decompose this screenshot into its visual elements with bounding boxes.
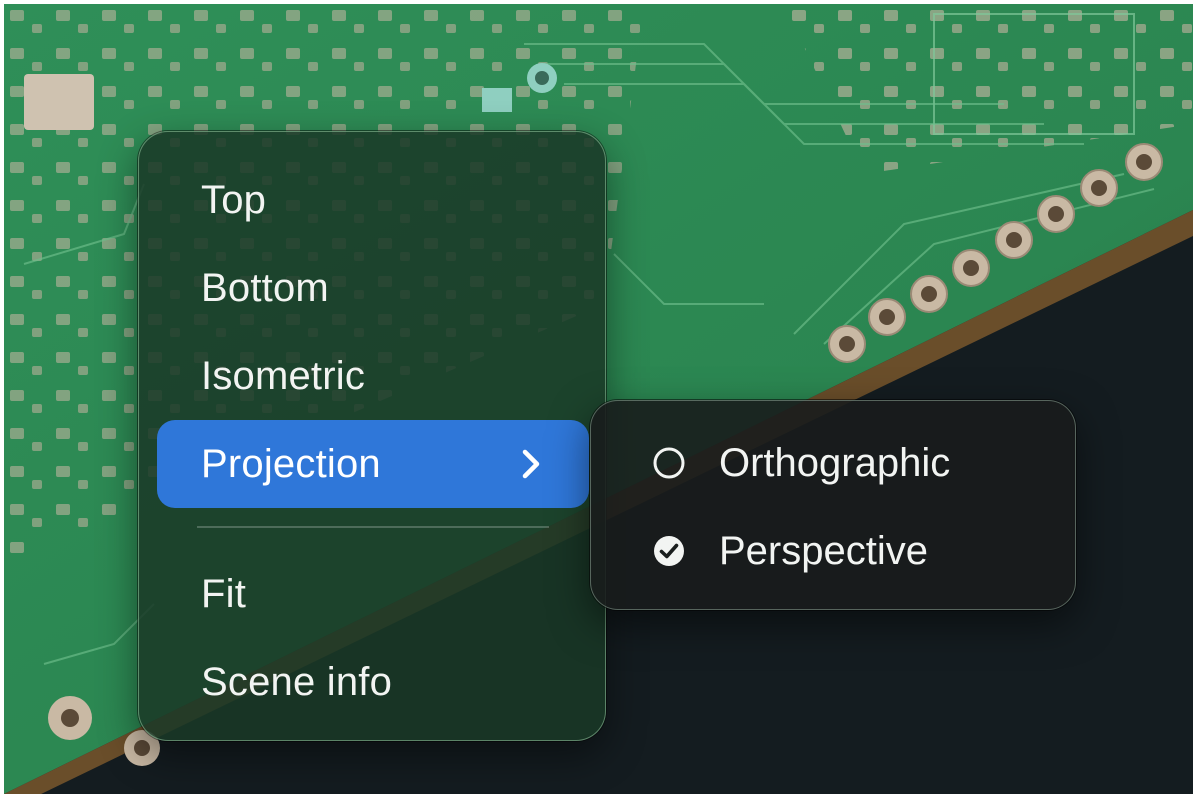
menu-item-label: Isometric [201,353,366,398]
radio-checked-icon [654,536,684,566]
menu-item-projection[interactable]: Projection [157,420,589,508]
pcb-3d-viewport[interactable]: Top Bottom Isometric Projection Fit Scen… [4,4,1193,794]
menu-item-label: Bottom [201,265,329,310]
radio-empty-icon [653,447,685,479]
submenu-item-orthographic[interactable]: Orthographic [609,423,1059,503]
menu-separator [197,526,549,528]
menu-item-scene-info[interactable]: Scene info [157,638,589,726]
menu-item-label: Scene info [201,659,393,704]
menu-item-label: Fit [201,571,247,616]
menu-item-isometric-view[interactable]: Isometric [157,332,589,420]
submenu-item-perspective[interactable]: Perspective [609,511,1059,591]
menu-item-label: Top [201,177,267,222]
menu-item-label: Projection [201,441,381,486]
menu-item-top-view[interactable]: Top [157,156,589,244]
submenu-item-label: Orthographic [719,440,951,485]
view-context-menu: Top Bottom Isometric Projection Fit Scen… [138,131,606,741]
projection-submenu: Orthographic Perspective [590,400,1076,610]
submenu-item-label: Perspective [719,528,928,573]
menu-item-bottom-view[interactable]: Bottom [157,244,589,332]
chevron-right-icon [522,449,540,479]
menu-item-fit[interactable]: Fit [157,550,589,638]
